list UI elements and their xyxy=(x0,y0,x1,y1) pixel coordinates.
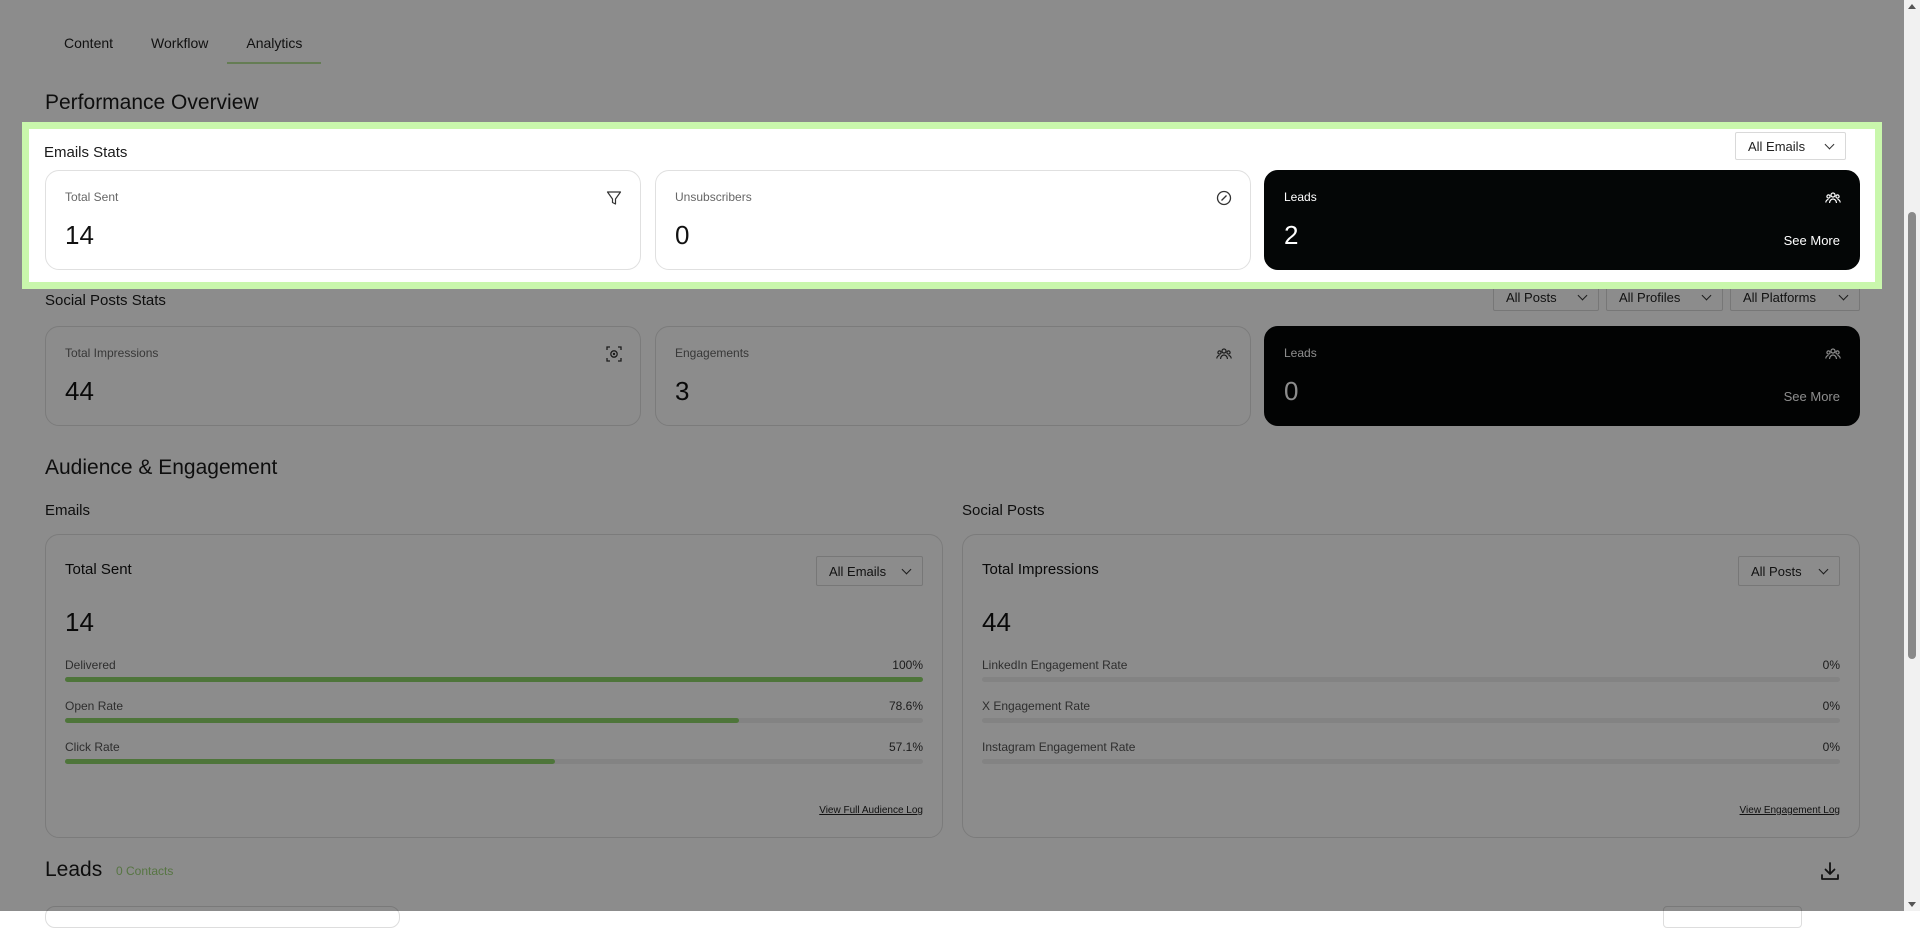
chevron-down-icon xyxy=(1838,290,1849,300)
card-label: Total Sent xyxy=(65,190,119,204)
card-label: Engagements xyxy=(675,346,750,360)
linkedin-engagement-metric: LinkedIn Engagement Rate 0% xyxy=(982,658,1840,688)
social-posts-heading: Social Posts xyxy=(962,502,1045,519)
leads-filter-select[interactable] xyxy=(1663,906,1802,928)
emails-stats-filter-select[interactable]: All Emails xyxy=(1735,132,1846,160)
all-posts-panel-select[interactable]: All Posts xyxy=(1738,556,1840,586)
card-value: 44 xyxy=(65,376,94,406)
metric-value: 78.6% xyxy=(888,699,923,713)
metric-value: 100% xyxy=(892,658,923,672)
progress-fill xyxy=(65,718,740,723)
social-posts-stats-title: Social Posts Stats xyxy=(45,292,166,309)
metric-value: 0% xyxy=(1822,699,1840,713)
progress-track xyxy=(65,718,923,723)
see-more-link[interactable]: See More xyxy=(1784,389,1840,404)
card-value: 14 xyxy=(65,220,94,250)
progress-track xyxy=(65,759,923,764)
x-engagement-metric: X Engagement Rate 0% xyxy=(982,699,1840,729)
scrollbar-thumb[interactable] xyxy=(1908,212,1916,659)
all-emails-select-value: All Emails xyxy=(829,563,887,579)
chevron-down-icon xyxy=(1818,564,1829,574)
audience-engagement-title: Audience & Engagement xyxy=(45,456,278,479)
total-impressions-card: Total Impressions 44 xyxy=(45,326,641,426)
unsubscribers-card: Unsubscribers 0 xyxy=(655,170,1251,270)
leads-count-badge: 0 Contacts xyxy=(116,864,174,878)
users-icon xyxy=(1216,348,1232,360)
progress-track xyxy=(982,718,1840,723)
scroll-up-icon[interactable] xyxy=(1908,4,1916,9)
all-platforms-select-value: All Platforms xyxy=(1743,289,1816,305)
panel-value: 44 xyxy=(982,607,1011,637)
progress-track xyxy=(982,759,1840,764)
delivered-metric: Delivered 100% xyxy=(65,658,923,688)
tab-bar: Content Workflow Analytics xyxy=(45,28,322,64)
open-rate-metric: Open Rate 78.6% xyxy=(65,699,923,729)
leads-title: Leads xyxy=(45,858,103,881)
metric-value: 0% xyxy=(1822,658,1840,672)
click-rate-metric: Click Rate 57.1% xyxy=(65,740,923,770)
performance-overview-title: Performance Overview xyxy=(45,91,259,114)
page-scrollbar[interactable] xyxy=(1904,0,1920,911)
tab-content[interactable]: Content xyxy=(45,28,132,64)
card-label: Leads xyxy=(1284,346,1317,360)
view-full-audience-log-link[interactable]: View Full Audience Log xyxy=(819,805,923,816)
metric-value: 57.1% xyxy=(888,740,923,754)
emails-stats-title: Emails Stats xyxy=(44,144,128,161)
social-total-impressions-panel: Total Impressions All Posts 44 LinkedIn … xyxy=(962,534,1860,838)
progress-track xyxy=(65,677,923,682)
all-posts-panel-select-value: All Posts xyxy=(1751,563,1802,579)
card-value: 3 xyxy=(675,376,690,406)
total-sent-card: Total Sent 14 xyxy=(45,170,641,270)
leads-search-input[interactable] xyxy=(45,906,400,928)
metric-label: Click Rate xyxy=(65,740,120,754)
scroll-down-icon[interactable] xyxy=(1908,902,1916,907)
all-emails-select[interactable]: All Emails xyxy=(816,556,923,586)
instagram-engagement-metric: Instagram Engagement Rate 0% xyxy=(982,740,1840,770)
emails-stats-highlight: Emails Stats All Emails Total Sent 14 Un… xyxy=(22,122,1882,289)
send-icon xyxy=(606,191,622,205)
card-label: Leads xyxy=(1284,190,1317,204)
impressions-icon xyxy=(606,346,622,362)
chevron-down-icon xyxy=(901,564,912,574)
engagements-card: Engagements 3 xyxy=(655,326,1251,426)
emails-heading: Emails xyxy=(45,502,91,519)
panel-value: 14 xyxy=(65,607,94,637)
email-leads-card: Leads 2 See More xyxy=(1264,170,1860,270)
panel-title: Total Impressions xyxy=(982,561,1099,578)
all-posts-select-value: All Posts xyxy=(1506,289,1557,305)
download-icon[interactable] xyxy=(1819,860,1841,882)
metric-label: LinkedIn Engagement Rate xyxy=(982,658,1128,672)
social-leads-card: Leads 0 See More xyxy=(1264,326,1860,426)
card-value: 0 xyxy=(1284,376,1299,406)
chevron-down-icon xyxy=(1824,139,1835,149)
users-icon xyxy=(1825,348,1841,360)
card-value: 2 xyxy=(1284,220,1299,250)
card-label: Total Impressions xyxy=(65,346,159,360)
card-value: 0 xyxy=(675,220,690,250)
metric-label: Delivered xyxy=(65,658,116,672)
card-label: Unsubscribers xyxy=(675,190,752,204)
panel-title: Total Sent xyxy=(65,561,132,578)
tab-workflow[interactable]: Workflow xyxy=(132,28,227,64)
all-profiles-select-value: All Profiles xyxy=(1619,289,1681,305)
metric-label: Instagram Engagement Rate xyxy=(982,740,1136,754)
chevron-down-icon xyxy=(1701,290,1712,300)
chevron-down-icon xyxy=(1577,290,1588,300)
view-engagement-log-link[interactable]: View Engagement Log xyxy=(1740,805,1840,816)
metric-value: 0% xyxy=(1822,740,1840,754)
block-icon xyxy=(1216,190,1232,206)
users-icon xyxy=(1825,192,1841,204)
progress-fill xyxy=(65,677,923,682)
tab-analytics[interactable]: Analytics xyxy=(227,28,322,64)
emails-total-sent-panel: Total Sent All Emails 14 Delivered 100% … xyxy=(45,534,943,838)
see-more-link[interactable]: See More xyxy=(1784,233,1840,248)
emails-stats-filter-value: All Emails xyxy=(1748,138,1806,154)
progress-track xyxy=(982,677,1840,682)
metric-label: Open Rate xyxy=(65,699,124,713)
metric-label: X Engagement Rate xyxy=(982,699,1091,713)
progress-fill xyxy=(65,759,555,764)
